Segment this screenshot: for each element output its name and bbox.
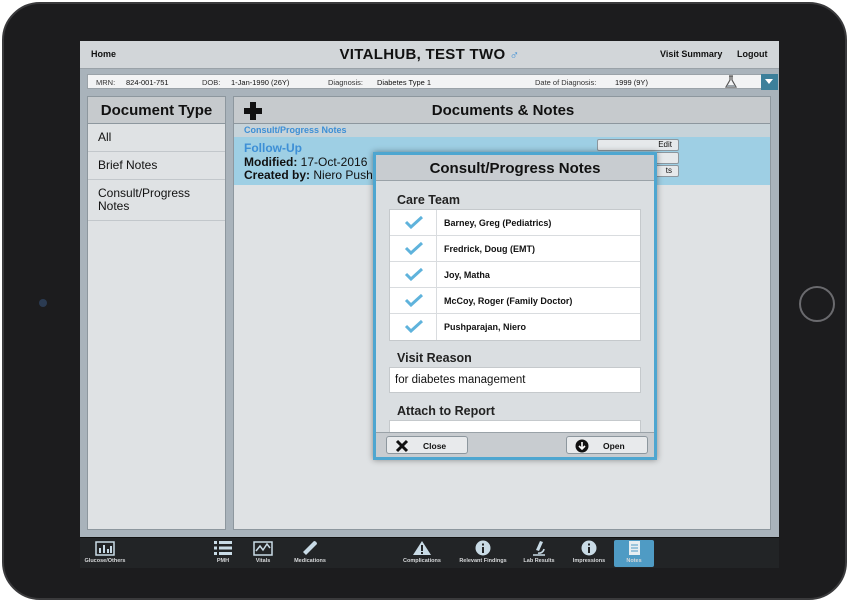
- toolbar-pmh[interactable]: PMH: [208, 540, 238, 567]
- diagnosis-label: Diagnosis:: [328, 78, 364, 87]
- close-button[interactable]: Close: [386, 436, 468, 454]
- care-team-list: Barney, Greg (Pediatrics) Fredrick, Doug…: [389, 209, 641, 341]
- documents-title: Documents & Notes: [431, 102, 575, 119]
- documents-header: Documents & Notes: [234, 97, 770, 124]
- care-team-row[interactable]: McCoy, Roger (Family Doctor): [390, 288, 640, 314]
- patient-info-bar: MRN: 824-001-751 DOB: 1-Jan-1990 (26Y) D…: [87, 74, 778, 90]
- checkmark-icon: [404, 241, 424, 255]
- toolbar-notes[interactable]: Notes: [614, 540, 654, 567]
- device-home-button[interactable]: [799, 286, 835, 322]
- toolbar-lab-results-label: Lab Results: [523, 558, 555, 564]
- pill-icon: [303, 541, 317, 555]
- toolbar-lab-results[interactable]: Lab Results: [520, 540, 558, 567]
- mrn-label: MRN:: [96, 78, 116, 87]
- doc-type-all[interactable]: All: [88, 124, 225, 152]
- attach-to-report-label: Attach to Report: [397, 404, 495, 418]
- toolbar-impressions[interactable]: Impressions: [568, 540, 610, 567]
- dob-value: 1-Jan-1990 (26Y): [231, 78, 290, 87]
- dob-label: DOB:: [202, 78, 221, 87]
- close-x-icon: [395, 439, 409, 453]
- care-team-member: Pushparajan, Niero: [444, 322, 527, 332]
- warning-icon: [413, 541, 431, 555]
- info-icon: [475, 540, 491, 556]
- toolbar-relevant-findings[interactable]: Relevant Findings: [454, 540, 512, 567]
- checkmark-icon: [404, 293, 424, 307]
- documents-group-label: Consult/Progress Notes: [234, 124, 770, 137]
- care-team-row[interactable]: Pushparajan, Niero: [390, 314, 640, 340]
- care-team-row[interactable]: Joy, Matha: [390, 262, 640, 288]
- tablet-frame: Home VITALHUB, TEST TWO ♂ Visit Summary L…: [2, 2, 847, 600]
- toolbar-vitals[interactable]: Vitals: [248, 540, 278, 567]
- mrn-value: 824-001-751: [126, 78, 169, 87]
- modal-footer: Close Open: [376, 432, 654, 457]
- note-title: Follow-Up: [244, 141, 302, 155]
- modal-title: Consult/Progress Notes: [376, 155, 654, 181]
- toolbar-complications[interactable]: Complications: [398, 540, 446, 567]
- visit-reason-field[interactable]: for diabetes management: [389, 367, 641, 393]
- checkmark-icon: [404, 215, 424, 229]
- date-of-diagnosis-label: Date of Diagnosis:: [535, 78, 597, 87]
- list-icon: [214, 541, 232, 555]
- care-team-member: Barney, Greg (Pediatrics): [444, 218, 552, 228]
- toolbar-medications[interactable]: Medications: [289, 540, 331, 567]
- care-team-member: Fredrick, Doug (EMT): [444, 244, 536, 254]
- note-edit-button[interactable]: Edit: [597, 139, 679, 151]
- patient-name: VITALHUB, TEST TWO: [339, 46, 506, 63]
- document-type-title: Document Type: [88, 97, 225, 124]
- document-type-panel: Document Type All Brief Notes Consult/Pr…: [87, 96, 226, 530]
- date-of-diagnosis-value: 1999 (9Y): [615, 78, 648, 87]
- note-created-by: Created by: Niero Push: [244, 168, 373, 182]
- toolbar-glucose[interactable]: Glucose/Others: [80, 540, 130, 567]
- toolbar-glucose-label: Glucose/Others: [84, 558, 126, 564]
- notes-icon: [629, 541, 640, 555]
- checkmark-icon: [404, 319, 424, 333]
- front-camera: [39, 299, 47, 307]
- toolbar-medications-label: Medications: [294, 558, 326, 564]
- care-team-label: Care Team: [397, 193, 460, 207]
- note-modified: Modified: 17-Oct-2016: [244, 155, 368, 169]
- bottom-toolbar: PMH Vitals Medications Glucose/Others Co…: [80, 537, 779, 568]
- consult-notes-modal: Consult/Progress Notes Care Team Barney,…: [373, 152, 657, 460]
- microscope-icon: [533, 541, 545, 556]
- top-bar: Home VITALHUB, TEST TWO ♂ Visit Summary L…: [80, 41, 779, 69]
- download-arrow-icon: [575, 439, 589, 453]
- diagnosis-value: Diabetes Type 1: [377, 78, 432, 87]
- app-screen: Home VITALHUB, TEST TWO ♂ Visit Summary L…: [80, 41, 779, 568]
- impressions-info-icon: [581, 540, 597, 556]
- care-team-member: McCoy, Roger (Family Doctor): [444, 296, 573, 306]
- toolbar-pmh-label: PMH: [216, 558, 230, 564]
- logout-link[interactable]: Logout: [737, 49, 768, 59]
- care-team-row[interactable]: Fredrick, Doug (EMT): [390, 236, 640, 262]
- care-team-row[interactable]: Barney, Greg (Pediatrics): [390, 210, 640, 236]
- toolbar-complications-label: Complications: [403, 558, 441, 564]
- care-team-member: Joy, Matha: [444, 270, 490, 280]
- toolbar-vitals-label: Vitals: [255, 558, 271, 564]
- attach-to-report-list[interactable]: [389, 420, 641, 432]
- glucose-chart-icon: [95, 541, 115, 556]
- visit-summary-link[interactable]: Visit Summary: [660, 49, 722, 59]
- open-button-label: Open: [603, 441, 625, 451]
- male-icon: ♂: [509, 47, 520, 62]
- doc-type-brief-notes[interactable]: Brief Notes: [88, 152, 225, 180]
- toolbar-impressions-label: Impressions: [572, 558, 606, 564]
- open-button[interactable]: Open: [566, 436, 648, 454]
- checkmark-icon: [404, 267, 424, 281]
- toolbar-notes-label: Notes: [626, 558, 642, 564]
- doc-type-consult-progress-notes[interactable]: Consult/Progress Notes: [88, 180, 225, 221]
- vitals-chart-icon: [253, 541, 273, 556]
- visit-reason-label: Visit Reason: [397, 351, 472, 365]
- toolbar-relevant-findings-label: Relevant Findings: [459, 558, 507, 564]
- lab-flask-icon[interactable]: [724, 75, 738, 89]
- patient-dropdown-button[interactable]: [761, 74, 778, 90]
- close-button-label: Close: [423, 441, 447, 451]
